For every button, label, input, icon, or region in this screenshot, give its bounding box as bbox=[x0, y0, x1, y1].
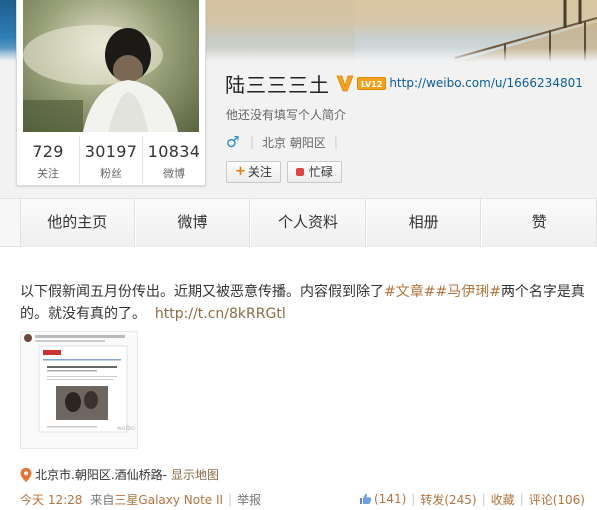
follow-button[interactable]: + 关注 bbox=[226, 161, 281, 183]
male-icon: ♂ bbox=[226, 133, 240, 151]
profile-name-row: 陆三三三土 LV12 http://weibo.com/u/1666234801 bbox=[225, 68, 583, 98]
post-source-label: 来自 bbox=[90, 492, 115, 507]
avatar-photo bbox=[23, 25, 178, 132]
repost-link[interactable]: 转发(245) bbox=[420, 491, 476, 508]
follow-button-label: 关注 bbox=[247, 165, 272, 179]
divider: | bbox=[250, 135, 255, 149]
hashtag-link[interactable]: #文章# bbox=[384, 284, 435, 300]
stat-posts[interactable]: 10834 微博 bbox=[142, 136, 205, 184]
divider: | bbox=[333, 135, 338, 149]
level-badge[interactable]: LV12 bbox=[357, 76, 387, 90]
location-separator: - bbox=[162, 467, 167, 482]
thumbs-up-icon[interactable] bbox=[359, 493, 372, 505]
post-actions: (141) | 转发(245) | 收藏 | 评论(106) bbox=[359, 491, 585, 508]
post-location-row: 北京市.朝阳区.酒仙桥路 - 显示地图 bbox=[20, 466, 219, 483]
tab-likes[interactable]: 赞 bbox=[481, 199, 597, 247]
profile-bio: 他还没有填写个人简介 bbox=[226, 108, 347, 122]
post-text-part: 以下假新闻五月份传出。近期又被恶意传播。内容假到除了 bbox=[20, 284, 384, 300]
show-map-link[interactable]: 显示地图 bbox=[171, 466, 219, 483]
profile-stats: 729 关注 30197 粉丝 10834 微博 bbox=[17, 136, 205, 184]
avatar-card: 729 关注 30197 粉丝 10834 微博 bbox=[16, 0, 206, 186]
profile-location-link[interactable]: 北京 朝阳区 bbox=[262, 134, 326, 151]
divider: | bbox=[481, 492, 486, 506]
tab-home[interactable]: 他的主页 bbox=[20, 199, 135, 247]
stat-value: 729 bbox=[32, 142, 64, 161]
tab-weibo[interactable]: 微博 bbox=[134, 199, 251, 247]
stat-label: 关注 bbox=[37, 167, 59, 180]
post-location-text[interactable]: 北京市.朝阳区.酒仙桥路 bbox=[35, 466, 163, 483]
status-button[interactable]: 忙碌 bbox=[286, 161, 342, 183]
plus-icon: + bbox=[235, 164, 246, 179]
thumbnail-screenshot: weibo bbox=[21, 332, 137, 448]
avatar[interactable] bbox=[23, 0, 199, 132]
tab-album[interactable]: 相册 bbox=[365, 199, 482, 247]
profile-tabs: 他的主页 微博 个人资料 相册 赞 bbox=[0, 198, 597, 247]
divider: | bbox=[519, 492, 524, 506]
status-dot-icon bbox=[295, 168, 304, 176]
status-button-label: 忙碌 bbox=[308, 165, 333, 179]
divider: | bbox=[411, 492, 416, 506]
profile-url-link[interactable]: http://weibo.com/u/1666234801 bbox=[389, 76, 583, 90]
stat-value: 30197 bbox=[84, 142, 138, 161]
report-link[interactable]: 举报 bbox=[237, 491, 261, 508]
post-source-device-link[interactable]: 三星Galaxy Note II bbox=[114, 491, 223, 508]
like-count-link[interactable]: (141) bbox=[374, 492, 406, 506]
username: 陆三三三土 bbox=[225, 72, 330, 97]
short-link[interactable]: http://t.cn/8kRRGtl bbox=[155, 306, 286, 322]
verified-v-icon[interactable] bbox=[336, 73, 354, 93]
stat-value: 10834 bbox=[147, 142, 201, 161]
stat-following[interactable]: 729 关注 bbox=[17, 136, 79, 184]
svg-text:weibo: weibo bbox=[117, 425, 135, 432]
hashtag-link[interactable]: #马伊琍# bbox=[435, 284, 500, 300]
tab-profile-info[interactable]: 个人资料 bbox=[250, 199, 366, 247]
stat-label: 微博 bbox=[163, 167, 185, 180]
post-meta: 今天 12:28 来自 三星Galaxy Note II | 举报 (141) |… bbox=[20, 491, 585, 507]
stat-followers[interactable]: 30197 粉丝 bbox=[79, 136, 142, 184]
profile-actions: + 关注 忙碌 bbox=[226, 161, 348, 183]
location-pin-icon bbox=[20, 467, 32, 482]
stat-label: 粉丝 bbox=[100, 167, 122, 180]
post-image-thumbnail[interactable]: weibo bbox=[20, 331, 138, 449]
post-time-link[interactable]: 今天 12:28 bbox=[20, 491, 82, 508]
weibo-post: 以下假新闻五月份传出。近期又被恶意传播。内容假到除了#文章##马伊琍#两个名字是… bbox=[0, 247, 597, 510]
profile-info-row: ♂ | 北京 朝阳区 | bbox=[226, 133, 346, 151]
divider: | bbox=[228, 492, 233, 506]
comment-link[interactable]: 评论(106) bbox=[529, 491, 585, 508]
favorite-link[interactable]: 收藏 bbox=[491, 491, 515, 508]
post-text: 以下假新闻五月份传出。近期又被恶意传播。内容假到除了#文章##马伊琍#两个名字是… bbox=[20, 281, 588, 325]
